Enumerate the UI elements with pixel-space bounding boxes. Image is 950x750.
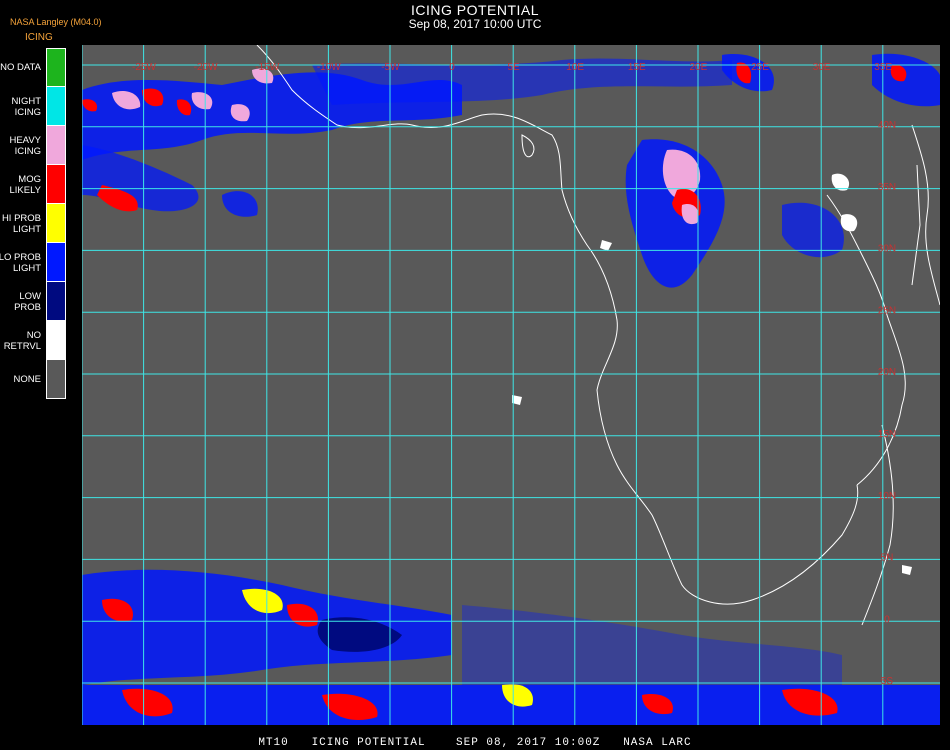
legend-item-low-prob: LOW PROB xyxy=(0,282,66,321)
legend-label: MOG LIKELY xyxy=(9,173,41,196)
latitude-label: 0 xyxy=(884,614,890,625)
legend-swatch xyxy=(46,321,66,360)
legend-label: NIGHT ICING xyxy=(11,95,41,118)
legend-label: NO RETRVL xyxy=(3,329,41,352)
legend-label: NONE xyxy=(13,374,41,385)
latitude-label: 25N xyxy=(878,305,896,316)
latitude-label: 30N xyxy=(878,244,896,255)
footer-caption: MT10 ICING POTENTIAL SEP 08, 2017 10:00Z… xyxy=(258,737,692,749)
latitude-label: 10N xyxy=(878,491,896,502)
longitude-label: 5E xyxy=(507,62,520,73)
legend-item-mog-likely: MOG LIKELY xyxy=(0,165,66,204)
legend-item-none: NONE xyxy=(0,360,66,399)
legend-swatch xyxy=(46,48,66,87)
latitude-label: 20N xyxy=(878,367,896,378)
latitude-label: 40N xyxy=(878,120,896,131)
legend-title: ICING xyxy=(25,32,53,43)
legend-item-hi-prob-light: HI PROB LIGHT xyxy=(0,204,66,243)
legend-item-heavy-icing: HEAVY ICING xyxy=(0,126,66,165)
longitude-label: -10W xyxy=(317,62,341,73)
coastlines xyxy=(256,45,940,626)
legend-label: LO PROB LIGHT xyxy=(0,251,41,274)
longitude-label: 35E xyxy=(874,62,892,73)
longitude-label: 30E xyxy=(813,62,831,73)
satellite-product-image: ICING POTENTIAL Sep 08, 2017 10:00 UTC N… xyxy=(0,0,950,750)
producer-label: NASA Langley (M04.0) xyxy=(10,17,102,27)
longitude-labels: -25W -20W -15W -10W -5W 0 5E 10E 15E 20E 25E 30E 35E xyxy=(132,62,892,73)
legend-swatch xyxy=(46,243,66,282)
legend-swatch xyxy=(46,165,66,204)
latitude-label: 5N xyxy=(881,553,894,564)
longitude-label: 0 xyxy=(449,62,455,73)
longitude-label: 20E xyxy=(690,62,708,73)
legend-item-lo-prob-light: LO PROB LIGHT xyxy=(0,243,66,282)
icing-map: -25W -20W -15W -10W -5W 0 5E 10E 15E 20E 25E 30E 35E… xyxy=(82,45,940,725)
legend-item-no-retrvl: NO RETRVL xyxy=(0,321,66,360)
color-legend: NO DATA NIGHT ICING HEAVY ICING MOG LIKELY … xyxy=(0,48,66,399)
longitude-label: 25E xyxy=(751,62,769,73)
longitude-label: -25W xyxy=(132,62,156,73)
product-timestamp: Sep 08, 2017 10:00 UTC xyxy=(408,17,542,31)
latitude-label: 5S xyxy=(881,676,894,687)
longitude-label: -15W xyxy=(255,62,279,73)
legend-swatch xyxy=(46,360,66,399)
product-title: ICING POTENTIAL xyxy=(410,2,540,18)
legend-label: HI PROB LIGHT xyxy=(1,212,41,235)
longitude-label: -20W xyxy=(194,62,218,73)
legend-item-night-icing: NIGHT ICING xyxy=(0,87,66,126)
legend-swatch xyxy=(46,126,66,165)
latitude-labels: 40N 35N 30N 25N 20N 15N 10N 5N 0 5S xyxy=(878,120,896,687)
longitude-label: 10E xyxy=(566,62,584,73)
legend-label: HEAVY ICING xyxy=(9,134,41,157)
icing-cloud-field xyxy=(82,53,940,725)
latitude-label: 15N xyxy=(878,429,896,440)
legend-label: NO DATA xyxy=(0,62,41,73)
legend-item-no-data: NO DATA xyxy=(0,48,66,87)
legend-label: LOW PROB xyxy=(14,290,41,313)
latitude-label: 35N xyxy=(878,182,896,193)
legend-swatch xyxy=(46,204,66,243)
legend-swatch xyxy=(46,282,66,321)
legend-swatch xyxy=(46,87,66,126)
longitude-label: -5W xyxy=(381,62,400,73)
longitude-label: 15E xyxy=(628,62,646,73)
